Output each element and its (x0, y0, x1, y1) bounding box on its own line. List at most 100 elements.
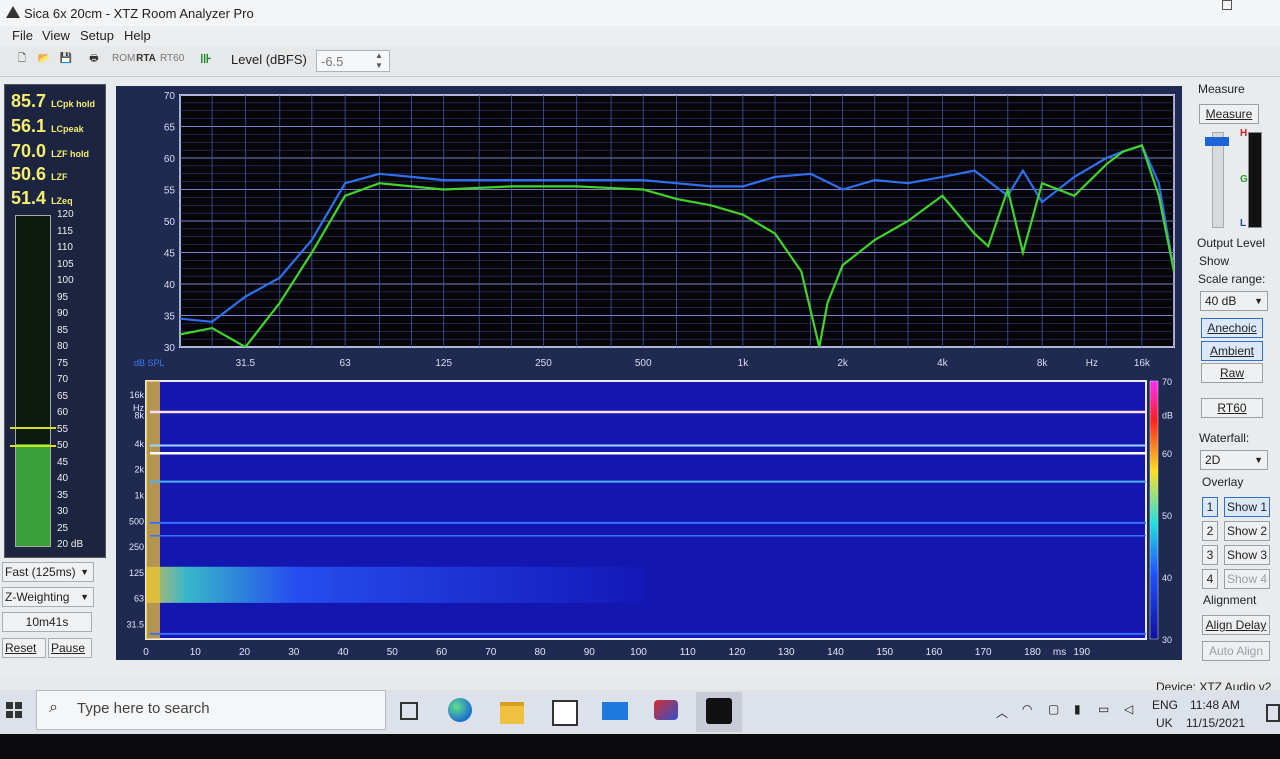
y-tick-label: 45 (164, 249, 176, 260)
print-icon[interactable]: 🖶 (84, 50, 104, 68)
overlay-show-1[interactable]: Show 1 (1224, 497, 1270, 517)
color-scale-tick: 70 (1162, 377, 1172, 387)
time-weighting-value: Fast (125ms) (5, 565, 76, 579)
spec-x-tick: 10 (190, 647, 202, 658)
overlay-show-4[interactable]: Show 4 (1224, 569, 1270, 589)
rta-button[interactable]: RTA (136, 50, 156, 68)
x-tick-label: 500 (635, 358, 652, 369)
frequency-response-chart[interactable]: 70 65 60 55 50 45 40 35 30 31.5 63 125 250 500 1k 2k 4k 8… (116, 86, 1182, 376)
menu-setup[interactable]: Setup (80, 28, 114, 43)
spec-x-tick: 160 (926, 647, 943, 658)
toolbar: 🗋 📂 💾 🖶 ROM RTA RT60 ⊪ Level (dBFS) -6.5… (0, 46, 1280, 77)
low-frequency-energy (146, 566, 646, 603)
open-folder-icon[interactable]: 📂 (34, 50, 54, 68)
output-level-thumb[interactable] (1205, 137, 1229, 146)
spec-x-tick: 30 (288, 647, 300, 658)
meter-tick-label: 110 (57, 242, 73, 253)
waterfall-select[interactable]: 2D ▼ (1200, 450, 1268, 470)
waterfall-value: 2D (1205, 453, 1221, 467)
overlay-show-2[interactable]: Show 2 (1224, 521, 1270, 541)
spec-y-tick: 125 (129, 568, 144, 578)
x-tick-label: 4k (937, 358, 949, 369)
file-explorer-icon[interactable] (500, 702, 524, 724)
windows-start-icon[interactable] (6, 702, 22, 718)
pause-button[interactable]: Pause (48, 638, 92, 658)
chevron-down-icon: ▼ (1254, 455, 1263, 465)
x-tick-label: 1k (738, 358, 750, 369)
spec-x-tick: 140 (827, 647, 844, 658)
region-indicator[interactable]: UK (1156, 716, 1173, 730)
y-tick-label: 40 (164, 280, 176, 291)
level-stepper[interactable]: -6.5 ▲ ▼ (316, 50, 390, 72)
meter-tick-label: 20 dB (57, 539, 84, 550)
show-label: Show (1199, 254, 1230, 268)
overlay-number-3[interactable]: 3 (1202, 545, 1218, 565)
x-tick-label: 8k (1037, 358, 1049, 369)
network-icon[interactable]: ◠ (1022, 702, 1032, 716)
rom-button[interactable]: ROM (112, 50, 135, 68)
spec-x-tick: 170 (975, 647, 992, 658)
freq-weighting-select[interactable]: Z-Weighting ▼ (2, 587, 94, 607)
edge-icon[interactable] (448, 698, 472, 722)
menu-help[interactable]: Help (124, 28, 151, 43)
reset-button[interactable]: Reset (2, 638, 46, 658)
chevron-up-icon[interactable]: ︿ (996, 704, 1008, 721)
overlay-number-1[interactable]: 1 (1202, 497, 1218, 517)
spec-x-tick: 180 (1024, 647, 1041, 658)
waterfall-label: Waterfall: (1199, 431, 1250, 445)
save-icon[interactable]: 💾 (56, 50, 76, 68)
level-bar-fill (16, 443, 50, 546)
monitor-bezel (0, 734, 1280, 759)
align-delay-button[interactable]: Align Delay (1202, 615, 1270, 635)
spec-x-tick: 130 (778, 647, 795, 658)
menu-view[interactable]: View (42, 28, 70, 43)
volume-icon[interactable]: ◁ (1124, 702, 1133, 716)
app-icon (6, 6, 20, 18)
overlay-show-3[interactable]: Show 3 (1224, 545, 1270, 565)
x-tick-label: 16k (1134, 358, 1151, 369)
meter-tick-label: 90 (57, 308, 69, 319)
mail-icon[interactable] (602, 702, 628, 720)
clock-date[interactable]: 11/15/2021 (1186, 716, 1245, 730)
spec-x-tick: 20 (239, 647, 251, 658)
search-input[interactable]: ⌕ Type here to search (36, 690, 386, 730)
ambient-toggle[interactable]: Ambient (1201, 341, 1263, 361)
meter-tick-label: 120 (57, 209, 74, 220)
search-placeholder: Type here to search (77, 700, 210, 717)
paint-app-icon[interactable] (654, 700, 678, 720)
maximize-icon[interactable] (1222, 0, 1232, 10)
measure-button[interactable]: Measure (1199, 104, 1259, 124)
time-weighting-select[interactable]: Fast (125ms) ▼ (2, 562, 94, 582)
language-indicator[interactable]: ENG (1152, 698, 1178, 712)
spin-down-icon[interactable]: ▼ (375, 61, 383, 70)
auto-align-button[interactable]: Auto Align (1202, 641, 1270, 661)
new-file-icon[interactable]: 🗋 (12, 50, 32, 68)
level-label: Level (dBFS) (231, 52, 307, 67)
raw-toggle[interactable]: Raw (1201, 363, 1263, 383)
notification-icon[interactable] (1266, 704, 1280, 722)
spectrogram-chart[interactable]: 16kHz8k4k2k1k5002501256331.50 10 20 30 40 50 6… (116, 376, 1182, 660)
overlay-number-4[interactable]: 4 (1202, 569, 1218, 589)
anechoic-toggle[interactable]: Anechoic (1201, 318, 1263, 338)
meter-tick-label: 85 (57, 324, 69, 336)
measure-header: Measure (1198, 82, 1245, 96)
overlay-number-2[interactable]: 2 (1202, 521, 1218, 541)
microphone-icon[interactable]: ▮ (1074, 702, 1081, 716)
spin-up-icon[interactable]: ▲ (375, 51, 383, 60)
battery-icon[interactable]: ▭ (1098, 702, 1109, 716)
menu-file[interactable]: File (12, 28, 33, 43)
rt60-tool-button[interactable]: RT60 (160, 50, 184, 68)
scale-range-select[interactable]: 40 dB ▼ (1200, 291, 1268, 311)
y-tick-label: 55 (164, 186, 176, 197)
output-level-slider[interactable] (1205, 132, 1229, 228)
rt60-button[interactable]: RT60 (1201, 398, 1263, 418)
xtz-app-button[interactable] (696, 692, 742, 732)
spec-x-tick: 60 (436, 647, 448, 658)
color-scale-tick: 40 (1162, 573, 1172, 583)
meet-now-icon[interactable]: ▢ (1048, 702, 1059, 716)
task-view-icon[interactable] (400, 702, 418, 720)
store-icon[interactable] (552, 700, 578, 726)
reading-lzf: 50.6 LZF (11, 164, 68, 184)
clock-time[interactable]: 11:48 AM (1190, 698, 1240, 712)
spec-x-tick: 100 (630, 647, 647, 658)
